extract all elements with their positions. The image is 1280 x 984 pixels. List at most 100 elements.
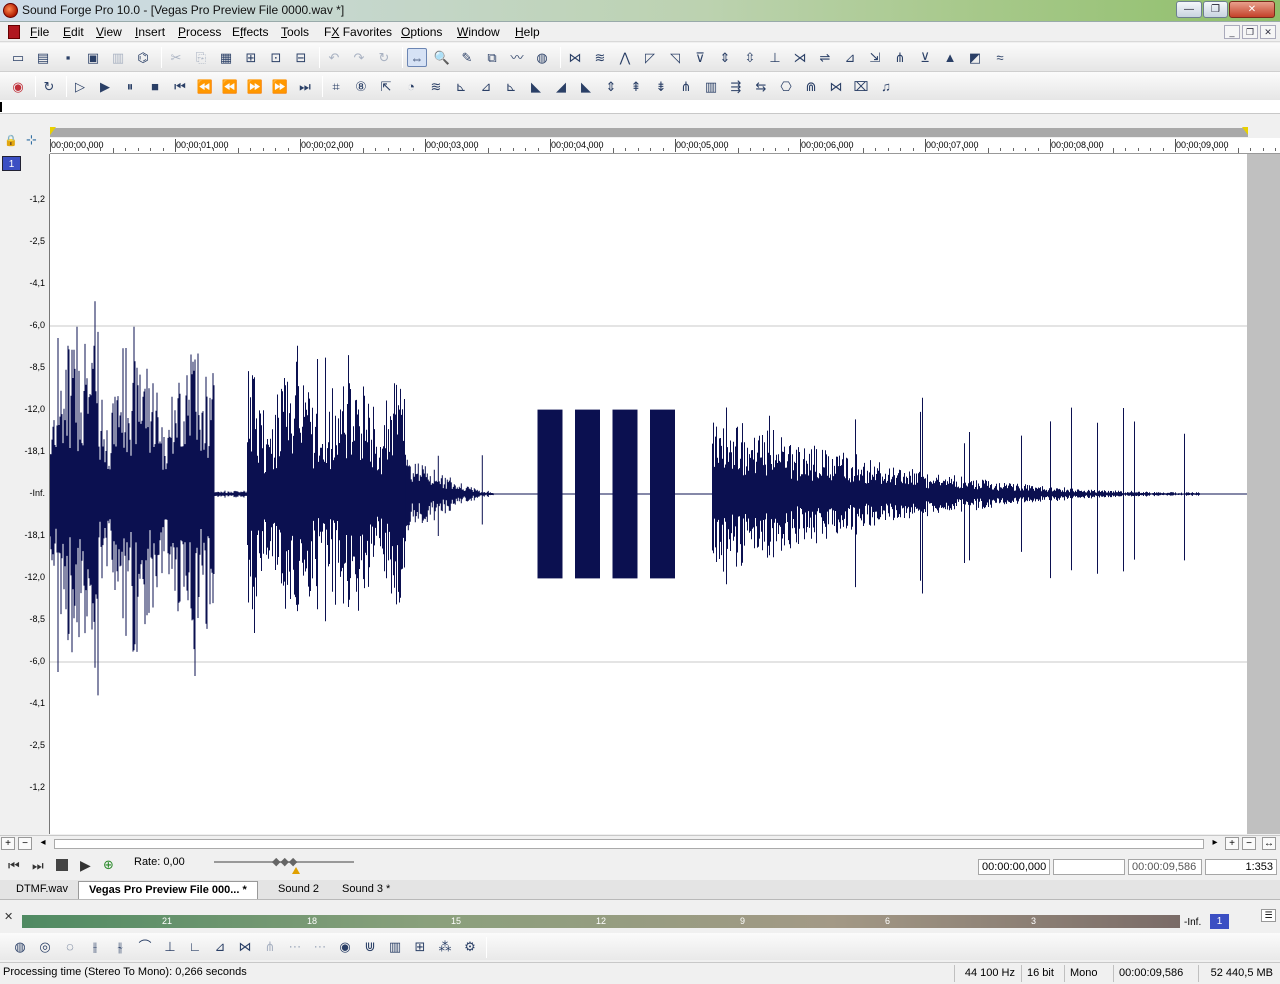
spectrum-tool-icon[interactable]: ⫳ bbox=[110, 937, 130, 956]
play-looped-icon[interactable]: ⊕ bbox=[103, 857, 114, 873]
ramp-icon[interactable]: ◣ bbox=[526, 77, 546, 96]
crop-icon[interactable]: ⊡ bbox=[266, 48, 286, 67]
zoom-ratio-field[interactable]: 1:353 bbox=[1205, 859, 1277, 875]
envelope-tool-icon[interactable]: 〰 bbox=[507, 48, 527, 67]
restore-button[interactable]: ❐ bbox=[1203, 1, 1228, 18]
menu-effects[interactable]: Effects bbox=[228, 25, 272, 39]
app-icon[interactable] bbox=[3, 3, 18, 18]
normalize-icon[interactable]: ⇱ bbox=[376, 77, 396, 96]
statistics-icon[interactable]: ◩ bbox=[965, 48, 985, 67]
smooth-icon[interactable]: ⊿ bbox=[840, 48, 860, 67]
menu-edit[interactable]: Edit bbox=[59, 25, 88, 39]
go-to-start-icon[interactable]: ⏮ bbox=[8, 858, 20, 874]
mdi-restore-button[interactable]: ❐ bbox=[1242, 25, 1258, 39]
arch-icon[interactable]: ⋒ bbox=[801, 77, 821, 96]
crossbox-icon[interactable]: ⌧ bbox=[851, 77, 871, 96]
cup-icon[interactable]: ⋓ bbox=[360, 937, 380, 956]
grid-icon[interactable]: ⌗ bbox=[326, 77, 346, 96]
scroll-thumb[interactable] bbox=[54, 839, 1204, 849]
volume-icon[interactable]: ⋔ bbox=[890, 48, 910, 67]
go-to-end-icon[interactable]: ⏭ bbox=[295, 77, 315, 96]
fade-out-icon[interactable]: ◸ bbox=[640, 48, 660, 67]
channel-badge[interactable]: 1 bbox=[2, 156, 21, 171]
scroll-right-icon[interactable]: ▸ bbox=[1208, 837, 1222, 850]
bowtie-icon[interactable]: ⋈ bbox=[826, 77, 846, 96]
vertical-flip-icon[interactable]: ⇕ bbox=[601, 77, 621, 96]
minimize-button[interactable]: — bbox=[1176, 1, 1202, 18]
split-icon[interactable]: ⫲ bbox=[85, 937, 105, 956]
dc-offset-icon[interactable]: ≋ bbox=[590, 48, 610, 67]
ear-icon[interactable]: ◍ bbox=[532, 48, 552, 67]
menu-options[interactable]: Options bbox=[397, 25, 446, 39]
channels-cell[interactable]: Mono bbox=[1064, 965, 1112, 982]
pencil-tool-icon[interactable]: ✎ bbox=[457, 48, 477, 67]
menu-fx-favorites[interactable]: FX Favorites bbox=[320, 25, 396, 39]
grid-tool-icon[interactable]: ⊞ bbox=[410, 937, 430, 956]
close-meter-icon[interactable]: ✕ bbox=[4, 910, 13, 923]
cut-icon[interactable]: ✂ bbox=[166, 48, 186, 67]
menu-file[interactable]: File bbox=[26, 25, 53, 39]
marker-strip[interactable] bbox=[0, 100, 1280, 114]
document-tab[interactable]: Sound 2 bbox=[268, 881, 329, 899]
zoom-in-vertical-button[interactable]: + bbox=[1, 837, 15, 850]
gears-icon[interactable]: ⚙ bbox=[460, 937, 480, 956]
fade-in-icon[interactable]: ⋀ bbox=[615, 48, 635, 67]
document-tab[interactable]: Vegas Pro Preview File 000... * bbox=[78, 881, 258, 899]
number-icon[interactable]: ⑧ bbox=[351, 77, 371, 96]
eq-icon[interactable]: ⊾ bbox=[451, 77, 471, 96]
time-stretch-icon[interactable]: ⇲ bbox=[865, 48, 885, 67]
bars-icon[interactable]: ▥ bbox=[701, 77, 721, 96]
save-icon[interactable]: ▪ bbox=[58, 48, 78, 67]
waveform-svg[interactable] bbox=[50, 154, 1248, 834]
menu-window[interactable]: Window bbox=[453, 25, 504, 39]
zoom-fit-button[interactable]: ↔ bbox=[1262, 837, 1276, 850]
selection-field[interactable] bbox=[1053, 859, 1125, 875]
length-field[interactable]: 00:00:09,586 bbox=[1128, 859, 1202, 875]
copy-icon[interactable]: ⎘ bbox=[191, 48, 211, 67]
plugin-browse-icon[interactable]: ◌ bbox=[60, 937, 80, 956]
music-icon[interactable]: ♫ bbox=[876, 77, 896, 96]
pause-icon[interactable]: ⏸ bbox=[120, 77, 140, 96]
slope-tool-icon[interactable]: ⊿ bbox=[210, 937, 230, 956]
level-icon[interactable]: ⊥ bbox=[160, 937, 180, 956]
scroll-left-icon[interactable]: ◂ bbox=[36, 837, 50, 850]
plugin-chainer-icon[interactable]: ◍ bbox=[10, 937, 30, 956]
pan-icon[interactable]: ⊥ bbox=[765, 48, 785, 67]
document-icon[interactable] bbox=[8, 25, 20, 39]
record-icon[interactable]: ◉ bbox=[8, 77, 28, 96]
repeat-icon[interactable]: ↻ bbox=[374, 48, 394, 67]
dots-alt-icon[interactable]: ⋯ bbox=[310, 937, 330, 956]
overview-end-marker[interactable] bbox=[1242, 127, 1248, 135]
undo-icon[interactable]: ↶ bbox=[324, 48, 344, 67]
stop-icon[interactable] bbox=[56, 859, 68, 871]
horizontal-scrollbar[interactable] bbox=[0, 835, 1280, 852]
magnify-tool-icon[interactable]: 🔍 bbox=[432, 48, 452, 67]
resample-icon[interactable]: ⋊ bbox=[790, 48, 810, 67]
menu-help[interactable]: Help bbox=[511, 25, 544, 39]
normalize-icon[interactable]: ⇳ bbox=[740, 48, 760, 67]
auto-trim-icon[interactable]: ≈ bbox=[990, 48, 1010, 67]
bars-tool-icon[interactable]: ▥ bbox=[385, 937, 405, 956]
edit-tool-icon[interactable]: ⇔ bbox=[407, 48, 427, 67]
play-icon[interactable]: ▶ bbox=[95, 77, 115, 96]
zoom-in-horizontal-button[interactable]: + bbox=[1225, 837, 1239, 850]
noise-icon[interactable]: ≋ bbox=[426, 77, 446, 96]
mute-icon[interactable]: ⇕ bbox=[715, 48, 735, 67]
disc-icon[interactable]: ◉ bbox=[335, 937, 355, 956]
shelf-icon[interactable]: ⊾ bbox=[501, 77, 521, 96]
corner-icon[interactable]: ∟ bbox=[185, 937, 205, 956]
menu-insert[interactable]: Insert bbox=[131, 25, 169, 39]
insert-silence-icon[interactable]: ◹ bbox=[665, 48, 685, 67]
mdi-close-button[interactable]: ✕ bbox=[1260, 25, 1276, 39]
forward-icon[interactable]: ⏩ bbox=[245, 77, 265, 96]
slope-icon[interactable]: ◣ bbox=[576, 77, 596, 96]
loop-toggle-icon[interactable]: ↻ bbox=[39, 77, 59, 96]
menu-view[interactable]: View bbox=[92, 25, 126, 39]
new-icon[interactable]: ▭ bbox=[8, 48, 28, 67]
close-button[interactable]: ✕ bbox=[1229, 1, 1275, 18]
forward-fast-icon[interactable]: ⏩ bbox=[270, 77, 290, 96]
phase-icon[interactable]: ◔ bbox=[401, 77, 421, 96]
reverse-icon[interactable]: ⇌ bbox=[815, 48, 835, 67]
dots-icon[interactable]: ⋯ bbox=[285, 937, 305, 956]
menu-tools[interactable]: Tools bbox=[277, 25, 313, 39]
